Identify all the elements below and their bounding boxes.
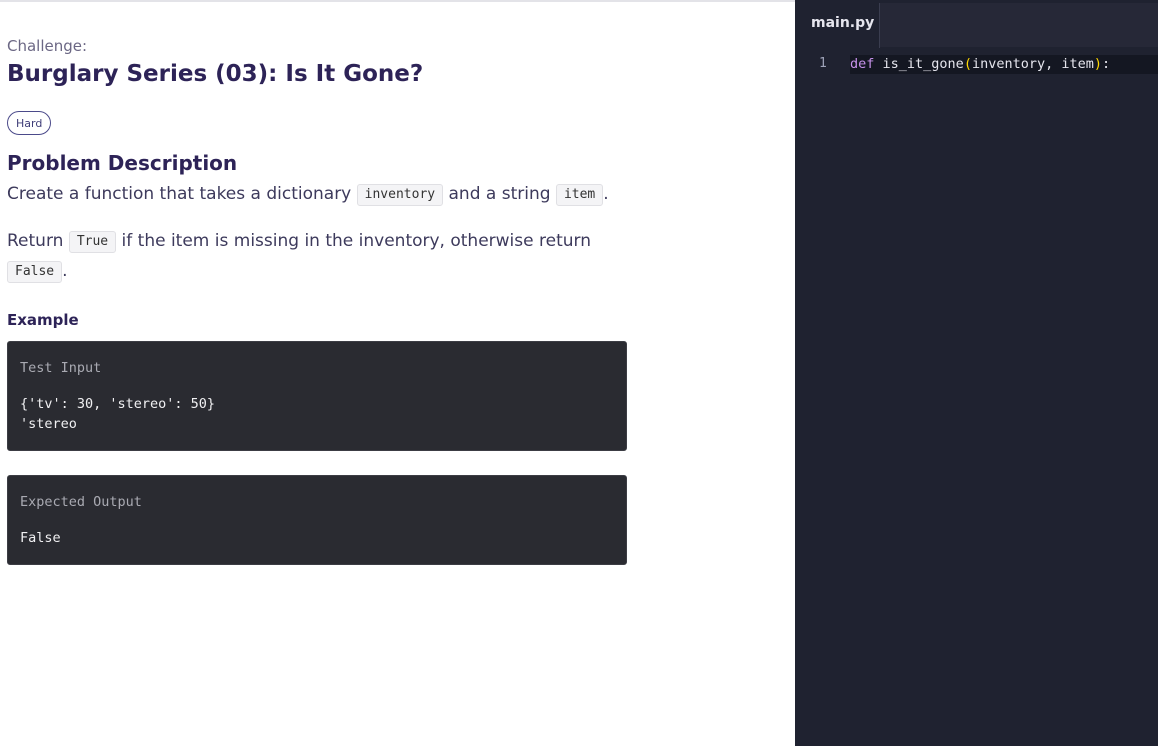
description-text: and a string	[448, 184, 551, 204]
inline-code-true: True	[68, 231, 117, 253]
test-input-box: Test Input {'tv': 30, 'stereo': 50} 'ste…	[7, 341, 627, 451]
description-paragraph-1: Create a function that takes a dictionar…	[7, 181, 609, 207]
code-params: inventory, item	[971, 56, 1094, 72]
challenge-title: Burglary Series (03): Is It Gone?	[7, 61, 424, 87]
description-text: .	[62, 261, 68, 281]
inline-code-item: item	[555, 184, 604, 206]
tab-main-py[interactable]: main.py	[795, 3, 880, 48]
code-keyword: def	[850, 56, 875, 72]
code-editor[interactable]: main.py 1 def is_it_gone(inventory, item…	[795, 0, 1158, 746]
line-number: 1	[819, 56, 827, 71]
description-paragraph-2: Return True if the item is missing in th…	[7, 228, 591, 254]
expected-output-value: False	[20, 530, 61, 546]
code-function-name: is_it_gone	[882, 56, 964, 72]
inline-code-inventory: inventory	[356, 184, 444, 206]
code-paren-close: )	[1093, 56, 1103, 72]
top-divider	[0, 0, 795, 2]
description-text: Return	[7, 231, 64, 251]
test-input-line: {'tv': 30, 'stereo': 50}	[20, 396, 216, 412]
code-colon: :	[1102, 56, 1111, 72]
description-text: Create a function that takes a dictionar…	[7, 184, 352, 204]
inline-code-false: False	[7, 261, 63, 283]
description-text: .	[603, 184, 609, 204]
example-heading: Example	[7, 311, 79, 329]
test-input-line: 'stereo	[20, 416, 77, 432]
description-paragraph-2-cont: False.	[7, 258, 68, 284]
test-input-label: Test Input	[20, 360, 102, 376]
expected-output-label: Expected Output	[20, 494, 142, 510]
code-paren-open: (	[963, 56, 972, 72]
challenge-label: Challenge:	[7, 37, 88, 55]
code-line-1[interactable]: def is_it_gone(inventory, item):	[850, 55, 1158, 74]
description-text: if the item is missing in the inventory,…	[121, 231, 591, 251]
expected-output-box: Expected Output False	[7, 475, 627, 565]
difficulty-badge: Hard	[7, 111, 52, 135]
challenge-panel: Challenge: Burglary Series (03): Is It G…	[0, 0, 795, 746]
problem-description-heading: Problem Description	[7, 151, 238, 175]
